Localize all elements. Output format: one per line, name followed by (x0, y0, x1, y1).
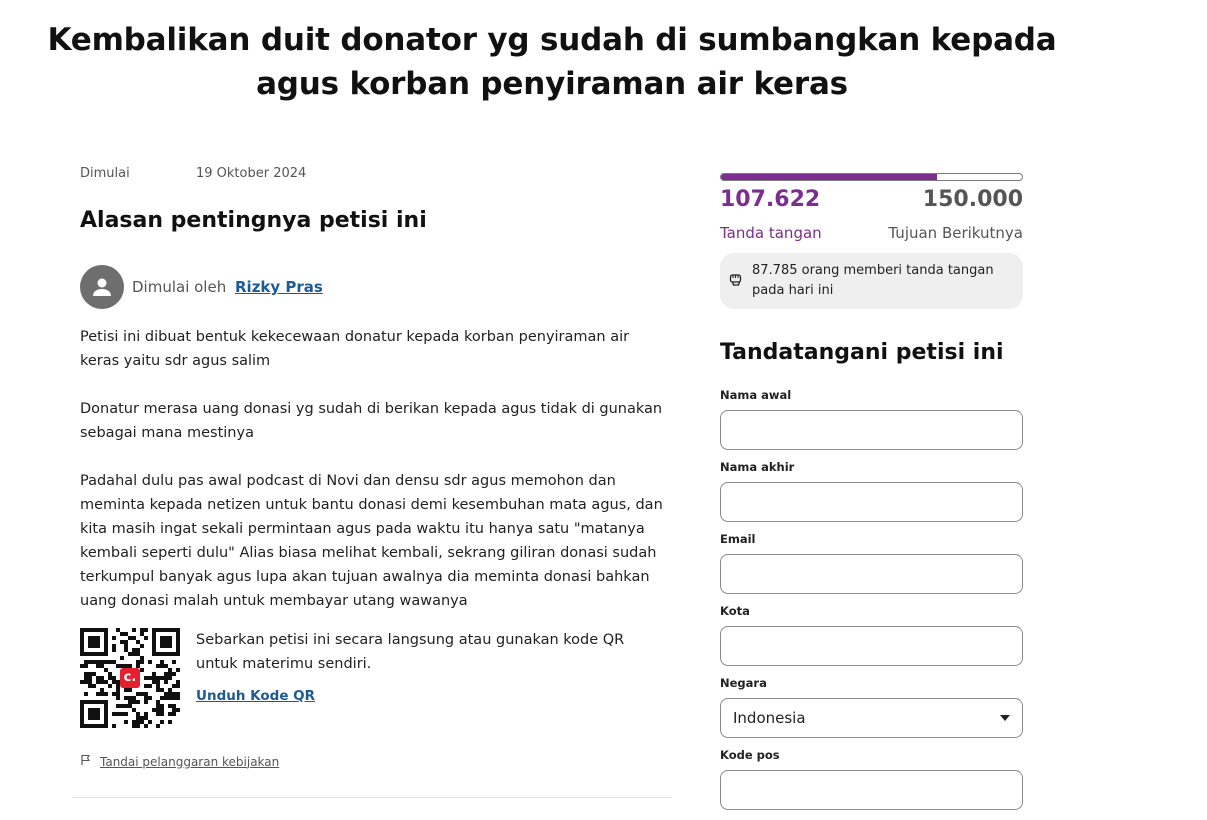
email-input[interactable] (720, 554, 1023, 594)
country-select[interactable]: Indonesia (720, 698, 1023, 738)
download-qr-link[interactable]: Unduh Kode QR (196, 684, 315, 708)
author-link[interactable]: Rizky Pras (235, 278, 323, 296)
last-name-input[interactable] (720, 482, 1023, 522)
country-label: Negara (720, 676, 767, 690)
postal-code-input[interactable] (720, 770, 1023, 810)
chevron-down-icon (1000, 715, 1010, 721)
qr-section: c. Sebarkan petisi ini secara langsung a… (80, 628, 656, 728)
country-selected-value: Indonesia (733, 709, 806, 727)
report-link[interactable]: Tandai pelanggaran kebijakan (100, 755, 279, 769)
started-by-label: Dimulai oleh (132, 278, 227, 296)
petition-body: Petisi ini dibuat bentuk kekecewaan dona… (80, 325, 665, 637)
fist-icon (728, 271, 744, 291)
first-name-label: Nama awal (720, 388, 792, 402)
progress-fill (721, 174, 937, 180)
signature-goal-label: Tujuan Berikutnya (888, 224, 1023, 242)
started-info: Dimulai 19 Oktober 2024 (80, 166, 306, 181)
petition-title: Kembalikan duit donator yg sudah di sumb… (40, 18, 1064, 106)
body-paragraph: Padahal dulu pas awal podcast di Novi da… (80, 473, 663, 609)
report-policy[interactable]: Tandai pelanggaran kebijakan (80, 754, 279, 769)
section-divider (72, 797, 672, 798)
signature-count-label: Tanda tangan (720, 224, 822, 242)
signature-progress-bar (720, 173, 1023, 181)
today-signatures-box: 87.785 orang memberi tanda tangan pada h… (720, 253, 1023, 309)
petition-title-line-2: agus korban penyiraman air keras (256, 66, 848, 102)
city-input[interactable] (720, 626, 1023, 666)
qr-logo-badge: c. (120, 668, 140, 688)
qr-code: c. (80, 628, 180, 728)
started-by: Dimulai oleh Rizky Pras (132, 278, 323, 296)
city-label: Kota (720, 604, 750, 618)
body-paragraph: Petisi ini dibuat bentuk kekecewaan dona… (80, 329, 630, 369)
first-name-input[interactable] (720, 410, 1023, 450)
started-date: 19 Oktober 2024 (196, 166, 307, 181)
last-name-label: Nama akhir (720, 460, 795, 474)
today-signatures-text: 87.785 orang memberi tanda tangan pada h… (752, 263, 994, 298)
qr-description: Sebarkan petisi ini secara langsung atau… (196, 632, 625, 672)
started-label: Dimulai (80, 166, 130, 181)
user-avatar-icon (80, 265, 124, 309)
sign-form-title: Tandatangani petisi ini (720, 340, 1004, 365)
signature-count: 107.622 (720, 187, 821, 212)
body-paragraph: Donatur merasa uang donasi yg sudah di b… (80, 401, 663, 441)
postal-code-label: Kode pos (720, 748, 780, 762)
reason-heading: Alasan pentingnya petisi ini (80, 208, 427, 233)
petition-title-line-1: Kembalikan duit donator yg sudah di sumb… (47, 22, 1057, 58)
email-label: Email (720, 532, 756, 546)
signature-goal: 150.000 (922, 187, 1023, 212)
author-row: Dimulai oleh Rizky Pras (80, 265, 323, 309)
flag-icon (80, 754, 92, 769)
